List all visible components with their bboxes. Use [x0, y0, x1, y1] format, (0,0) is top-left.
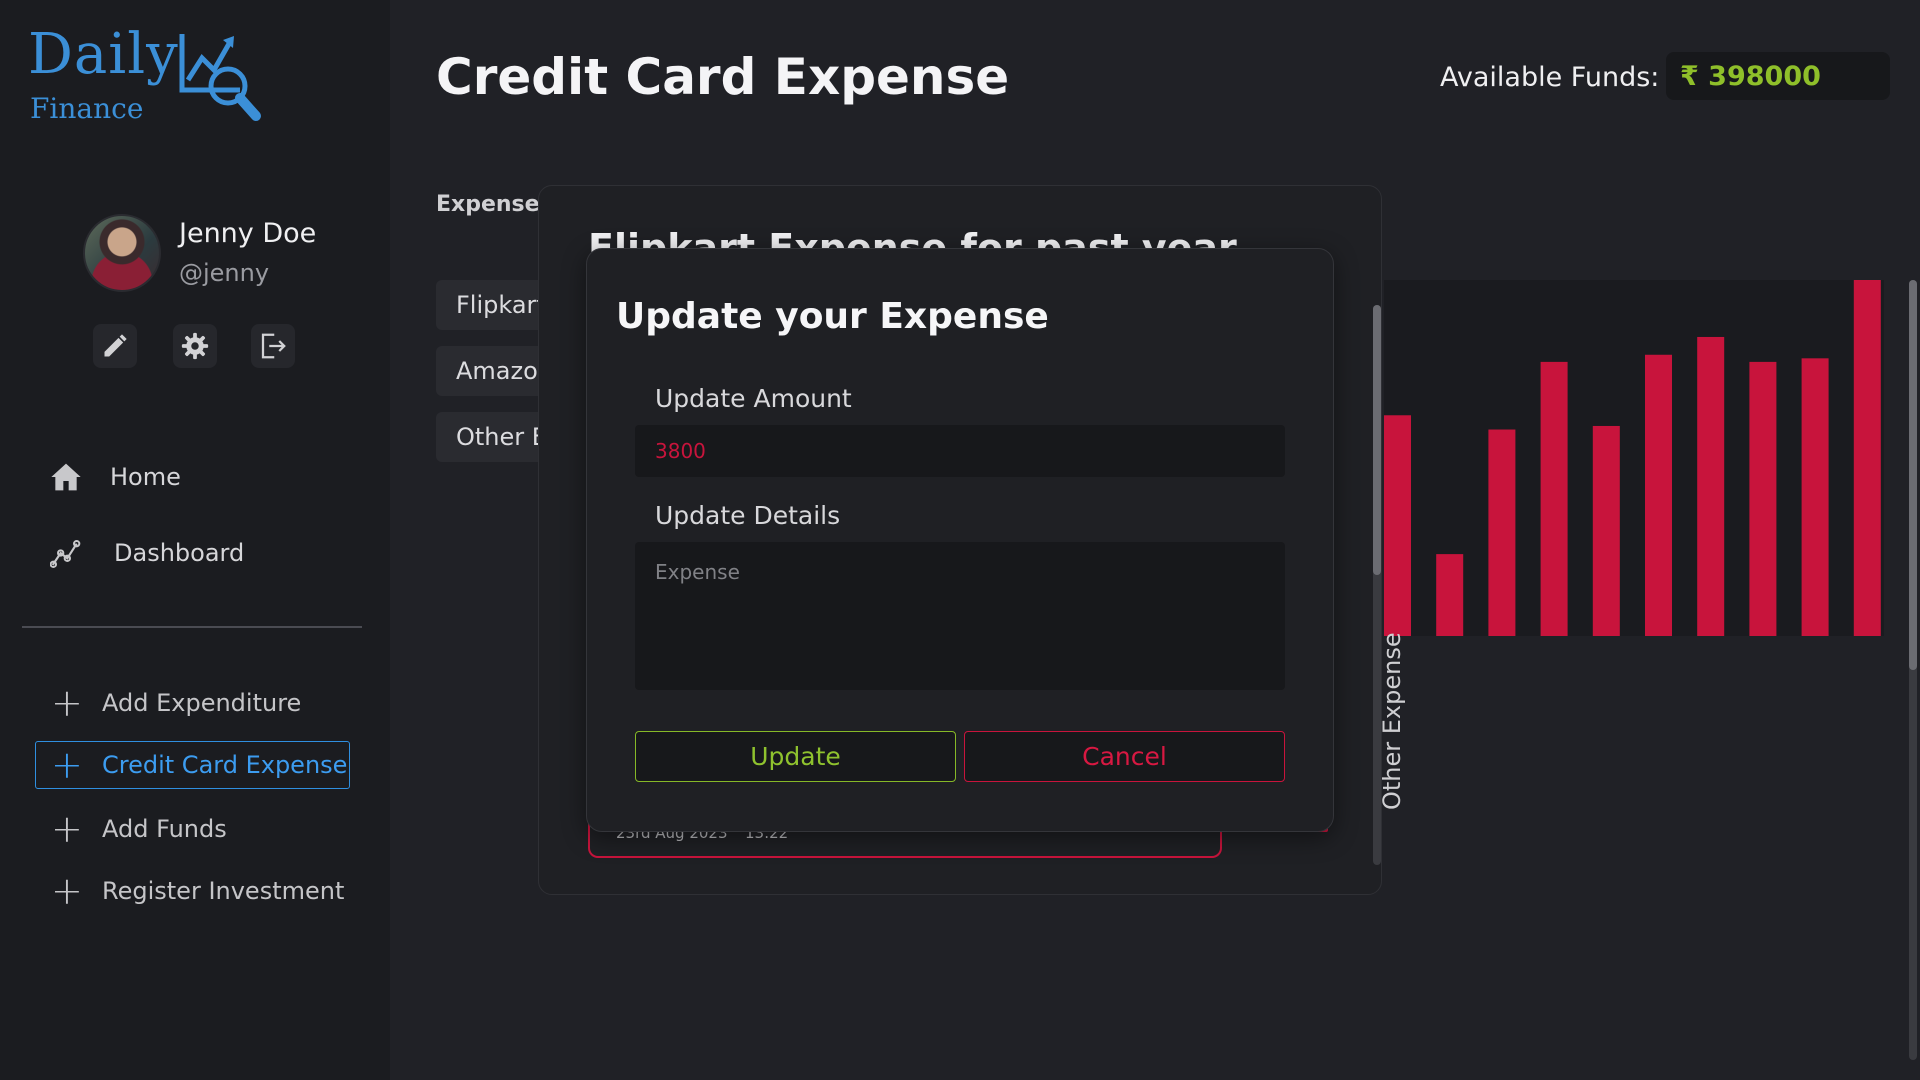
- category-other-button[interactable]: Other E: [436, 412, 546, 462]
- logout-icon: [261, 333, 286, 359]
- modal-scrollbar-thumb[interactable]: [1373, 305, 1381, 575]
- logo-daily-text: Daily: [28, 22, 179, 87]
- chart-line-icon: [50, 540, 81, 568]
- chart-bar[interactable]: [1436, 554, 1464, 636]
- home-icon: [51, 463, 81, 491]
- add-funds-label: Add Funds: [102, 815, 227, 843]
- update-expense-title: Update your Expense: [616, 296, 1049, 337]
- category-amazon-button[interactable]: Amazon: [436, 346, 546, 396]
- chart-bar[interactable]: [1801, 358, 1829, 636]
- category-flipkart-button[interactable]: Flipkart: [436, 280, 546, 330]
- logo-chart-magnifier-icon: [179, 34, 261, 121]
- user-handle: @jenny: [179, 259, 270, 287]
- available-funds-value: ₹ 398000: [1666, 52, 1890, 100]
- sidebar-divider: [22, 626, 362, 628]
- gear-icon: [181, 332, 209, 360]
- register-investment-button[interactable]: + Register Investment: [35, 867, 350, 915]
- update-details-textarea[interactable]: [635, 542, 1285, 690]
- logout-button[interactable]: [251, 324, 295, 368]
- add-expenditure-label: Add Expenditure: [102, 689, 302, 717]
- update-amount-label: Update Amount: [655, 384, 852, 413]
- chart-bar[interactable]: [1592, 425, 1620, 636]
- edit-profile-button[interactable]: [93, 324, 137, 368]
- bar-chart: [1384, 280, 1881, 636]
- plus-icon: +: [51, 681, 83, 725]
- page-title: Credit Card Expense: [436, 48, 1010, 106]
- user-name: Jenny Doe: [179, 218, 317, 249]
- plus-icon: +: [51, 743, 83, 787]
- update-amount-input[interactable]: [635, 425, 1285, 477]
- available-funds-label: Available Funds:: [1440, 62, 1660, 93]
- chart-bar[interactable]: [1540, 361, 1568, 636]
- add-funds-button[interactable]: + Add Funds: [35, 805, 350, 853]
- chart-bar[interactable]: [1645, 354, 1672, 636]
- avatar[interactable]: [83, 214, 161, 292]
- app-logo[interactable]: Daily Finance: [28, 22, 278, 132]
- chart-bar[interactable]: [1697, 336, 1725, 636]
- logo-finance-text: Finance: [30, 92, 144, 125]
- credit-card-expense-label: Credit Card Expense: [102, 751, 348, 779]
- credit-card-expense-button[interactable]: + Credit Card Expense: [35, 741, 350, 789]
- chart-x-axis-label: Other Expense: [1378, 632, 1406, 810]
- plus-icon: +: [51, 869, 83, 913]
- add-expenditure-button[interactable]: + Add Expenditure: [35, 679, 350, 727]
- update-details-label: Update Details: [655, 501, 841, 530]
- settings-button[interactable]: [173, 324, 217, 368]
- sidebar: Daily Finance Jenny Doe @jenny Home Dash…: [0, 0, 390, 1080]
- nav-item-dashboard[interactable]: Dashboard: [50, 538, 244, 568]
- nav-item-home[interactable]: Home: [50, 462, 181, 492]
- chart-bar[interactable]: [1853, 280, 1881, 636]
- nav-label-home: Home: [110, 463, 181, 491]
- plus-icon: +: [51, 807, 83, 851]
- page-scrollbar-thumb[interactable]: [1909, 280, 1917, 670]
- nav-label-dashboard: Dashboard: [114, 539, 245, 567]
- cancel-button[interactable]: Cancel: [964, 731, 1285, 782]
- chart-bar[interactable]: [1749, 361, 1777, 636]
- chart-bar[interactable]: [1488, 429, 1516, 636]
- update-button[interactable]: Update: [635, 731, 956, 782]
- pencil-icon: [104, 334, 127, 357]
- register-investment-label: Register Investment: [102, 877, 345, 905]
